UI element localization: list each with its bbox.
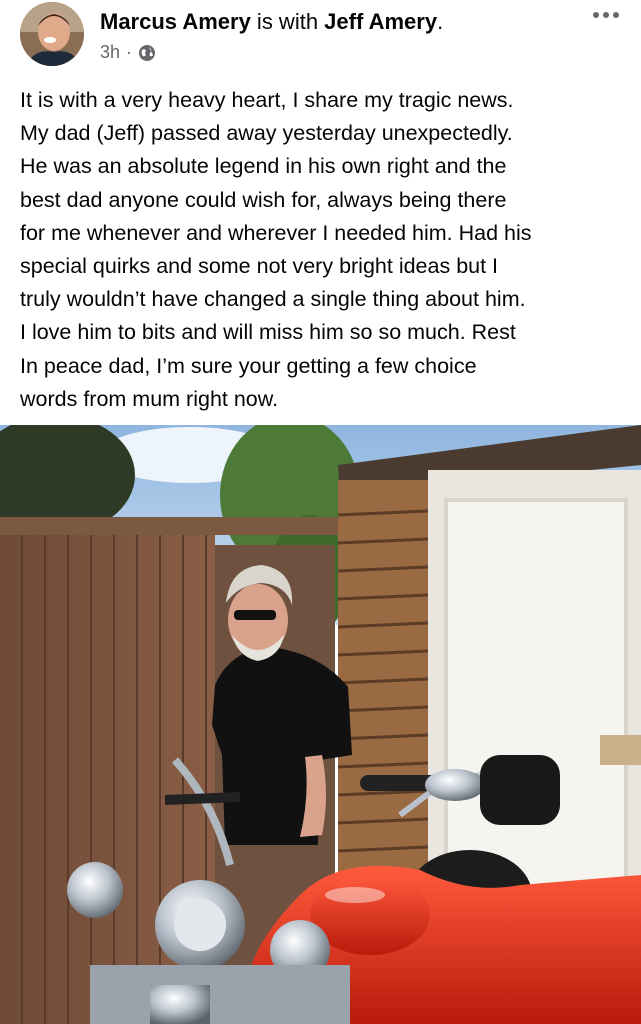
more-options-icon[interactable] — [593, 8, 621, 22]
post-author-line: Marcus Amery is with Jeff Amery. — [100, 8, 443, 36]
avatar-image — [20, 2, 84, 66]
meta-separator: · — [126, 42, 133, 62]
post-header: Marcus Amery is with Jeff Amery. 3h · — [0, 0, 641, 80]
tagged-name[interactable]: Jeff Amery — [324, 9, 437, 34]
more-dot — [603, 12, 609, 18]
with-connector: is with — [250, 9, 325, 34]
photo-image — [0, 425, 641, 1024]
post-time[interactable]: 3h — [100, 42, 120, 63]
post-photo[interactable] — [0, 425, 641, 1024]
more-dot — [593, 12, 599, 18]
author-name[interactable]: Marcus Amery — [100, 9, 251, 34]
post-text: It is with a very heavy heart, I share m… — [20, 88, 532, 411]
post-meta: 3h · — [100, 42, 156, 63]
author-avatar[interactable] — [20, 2, 84, 66]
more-dot — [613, 12, 619, 18]
globe-icon[interactable] — [138, 44, 156, 62]
author-line-period: . — [437, 9, 444, 34]
